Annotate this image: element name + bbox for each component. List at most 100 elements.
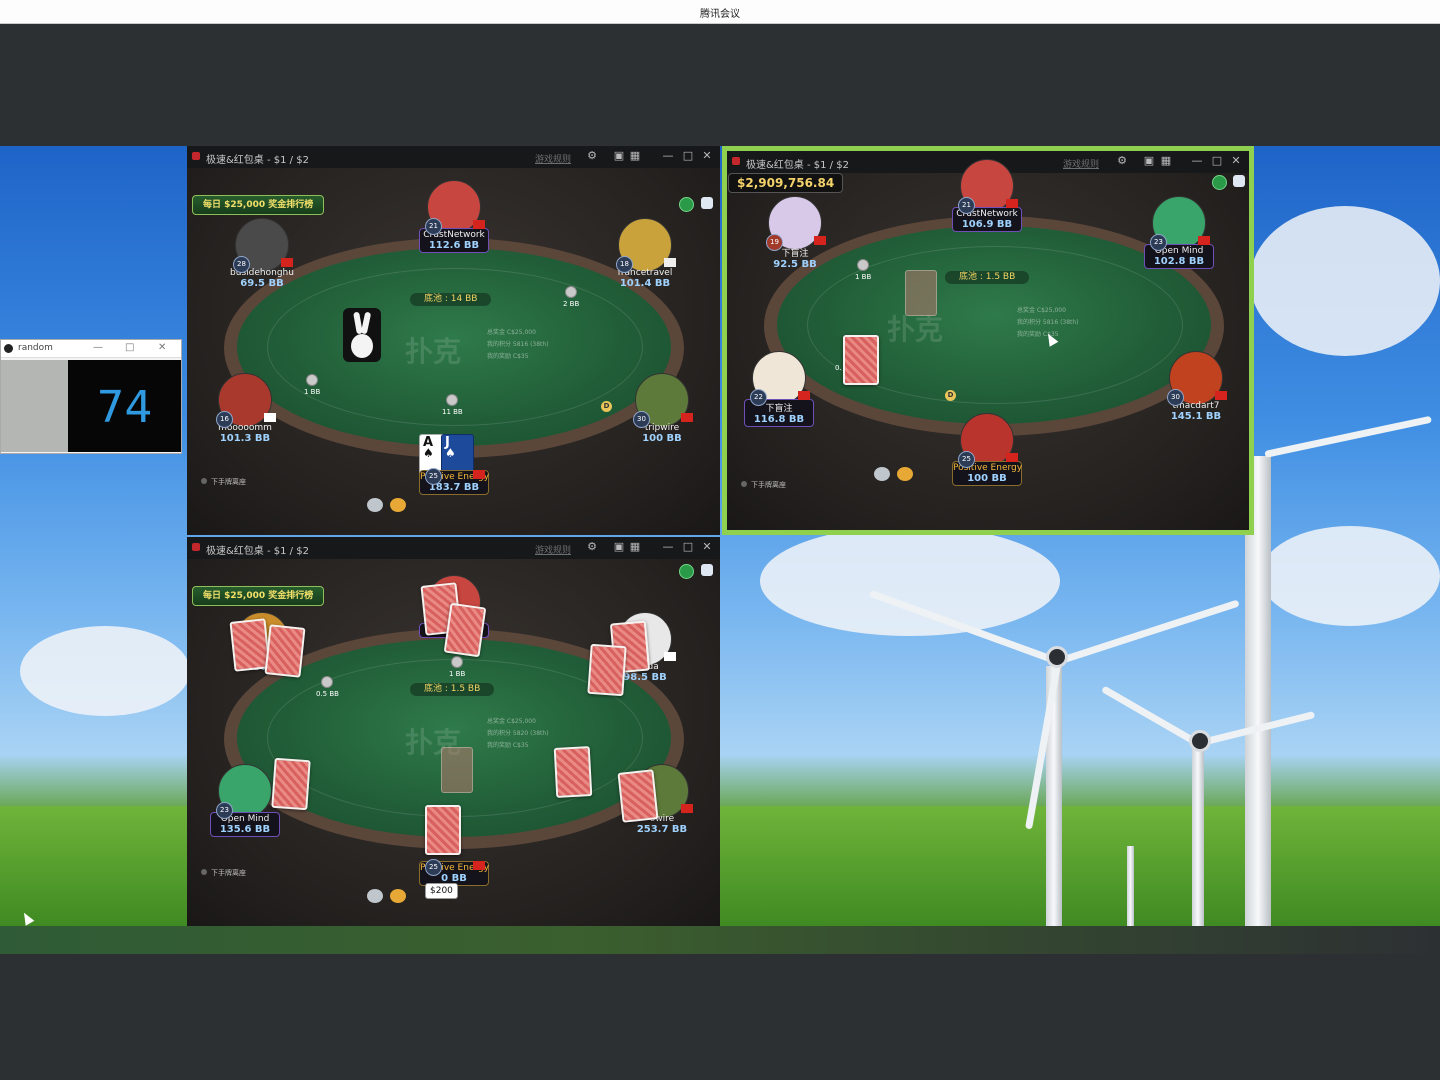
- minimize-icon[interactable]: —: [93, 342, 103, 353]
- emoji-icon[interactable]: [390, 889, 406, 903]
- close-icon[interactable]: ✕: [1229, 154, 1243, 168]
- seat-player[interactable]: 21 CrustNetwork 112.6 BB: [419, 180, 489, 253]
- bet-chips: 1 BB: [304, 374, 320, 396]
- tile-windows-icon[interactable]: ▣: [612, 149, 626, 163]
- leaderboard-badge[interactable]: 每日 $25,000 奖金排行榜: [192, 195, 325, 215]
- sit-out-toggle[interactable]: 下手牌离座: [201, 868, 246, 878]
- rules-link[interactable]: 游戏规则: [535, 152, 571, 165]
- card-back: [617, 769, 659, 823]
- cards-icon[interactable]: [701, 197, 713, 209]
- window-title: 极速&红包桌 - $1 / $2: [206, 546, 309, 557]
- level-badge: 21: [425, 218, 442, 235]
- maximize-icon[interactable]: □: [1210, 154, 1224, 168]
- settings-gear-icon[interactable]: ⚙: [585, 540, 599, 554]
- meeting-title: 腾讯会议: [700, 9, 740, 20]
- rake-icon[interactable]: [1212, 175, 1227, 190]
- close-icon[interactable]: ✕: [158, 342, 166, 353]
- minimize-icon[interactable]: —: [661, 149, 675, 163]
- rake-icon[interactable]: [679, 197, 694, 212]
- emoji-icon[interactable]: [897, 467, 913, 481]
- ev-logo-icon: [192, 152, 200, 160]
- seat-hero[interactable]: 25 Positive Energy 100 BB: [952, 413, 1022, 486]
- leaderboard-badge[interactable]: 每日 $25,000 奖金排行榜: [192, 586, 325, 606]
- maximize-icon[interactable]: □: [125, 342, 134, 353]
- chat-icon[interactable]: [874, 467, 890, 481]
- poker-table-window-1[interactable]: 极速&红包桌 - $1 / $2 游戏规则 ⚙ ▣ ▦ — □ ✕ 每日 $25…: [187, 146, 720, 535]
- card-back: [425, 805, 461, 855]
- card-back: [229, 618, 271, 672]
- player-stack: 69.5 BB: [240, 278, 284, 289]
- tile-windows-icon[interactable]: ▣: [1142, 154, 1156, 168]
- grid-icon[interactable]: ▦: [628, 149, 642, 163]
- random-window-title: random: [18, 343, 53, 353]
- cards-icon[interactable]: [701, 564, 713, 576]
- poker-table-window-3[interactable]: 极速&红包桌 - $1 / $2 游戏规则 ⚙ ▣ ▦ — □ ✕ 每日 $25…: [187, 537, 720, 926]
- flag-icon: [664, 652, 676, 661]
- level-badge: 21: [958, 197, 975, 214]
- bet-chips: 0.: [835, 364, 842, 372]
- seat-player[interactable]: 19 下盲注 92.5 BB: [760, 196, 830, 272]
- seat-player[interactable]: 28 busidehonghu 69.5 BB: [227, 218, 297, 291]
- level-badge: 22: [750, 389, 767, 406]
- pot-label: 底池 : 1.5 BB: [410, 683, 495, 696]
- turbine-hub: [1046, 646, 1068, 668]
- prize-points: 我的积分 5820 (38th): [487, 730, 549, 737]
- turbine-pole: [1127, 846, 1134, 926]
- player-stack: 135.6 BB: [219, 824, 271, 835]
- seat-player[interactable]: 18 francetravel 101.4 BB: [610, 218, 680, 291]
- seat-hero[interactable]: 25 Positive Energy 183.7 BB: [419, 468, 489, 495]
- maximize-icon[interactable]: □: [681, 149, 695, 163]
- level-badge: 25: [425, 859, 442, 876]
- cards-icon[interactable]: [1233, 175, 1245, 187]
- level-badge: 25: [425, 468, 442, 485]
- level-badge: 16: [216, 411, 233, 428]
- seat-player[interactable]: 23 Open Mind 135.6 BB: [210, 764, 280, 837]
- seat-player[interactable]: 30 tmacdart7 145.1 BB: [1161, 351, 1231, 424]
- random-number: 74: [96, 382, 153, 433]
- grid-icon[interactable]: ▦: [1159, 154, 1173, 168]
- flag-icon: [798, 391, 810, 400]
- seat-player[interactable]: 22 下盲注 116.8 BB: [744, 351, 814, 427]
- bad-beat-jackpot[interactable]: $2,909,756.84: [728, 173, 844, 193]
- sit-out-toggle[interactable]: 下手牌离座: [741, 480, 786, 490]
- minimize-icon[interactable]: —: [661, 540, 675, 554]
- maximize-icon[interactable]: □: [681, 540, 695, 554]
- prize-total: 总奖金 C$25,000: [1017, 307, 1066, 314]
- settings-gear-icon[interactable]: ⚙: [1115, 154, 1129, 168]
- rules-link[interactable]: 游戏规则: [1063, 157, 1099, 170]
- emoji-icon[interactable]: [390, 498, 406, 512]
- tile-windows-icon[interactable]: ▣: [612, 540, 626, 554]
- close-icon[interactable]: ✕: [700, 540, 714, 554]
- window-titlebar[interactable]: 极速&红包桌 - $1 / $2 游戏规则 ⚙ ▣ ▦ — □ ✕: [187, 537, 720, 559]
- meeting-top-bar: 腾讯会议: [0, 0, 1440, 24]
- close-icon[interactable]: ✕: [700, 149, 714, 163]
- window-titlebar[interactable]: 极速&红包桌 - $1 / $2 游戏规则 ⚙ ▣ ▦ — □ ✕: [187, 146, 720, 168]
- seat-player[interactable]: 16 mooooomm 101.3 BB: [210, 373, 280, 446]
- settings-gear-icon[interactable]: ⚙: [585, 149, 599, 163]
- flag-icon: [681, 804, 693, 813]
- level-badge: 19: [766, 234, 783, 251]
- card-back: [553, 746, 593, 798]
- minimize-icon[interactable]: —: [1190, 154, 1204, 168]
- rules-link[interactable]: 游戏规则: [535, 543, 571, 556]
- table-area: $2,909,756.84 底池 : 1.5 BB 扑克 总奖金 C$25,00…: [727, 159, 1249, 530]
- seat-player[interactable]: 21 CrustNetwork 106.9 BB: [952, 159, 1022, 232]
- poker-table-window-2[interactable]: 极速&红包桌 - $1 / $2 游戏规则 ⚙ ▣ ▦ — □ ✕ $2,909…: [722, 146, 1254, 535]
- seat-player[interactable]: 30 tripwire 100 BB: [627, 373, 697, 446]
- rake-icon[interactable]: [679, 564, 694, 579]
- random-number-window[interactable]: random — □ ✕ 74: [0, 339, 182, 454]
- flag-icon: [681, 413, 693, 422]
- prize-info: 总奖金 C$25,000 我的积分 5820 (38th) 我的奖励 C$35: [487, 716, 549, 752]
- chat-icon[interactable]: [367, 498, 383, 512]
- dealer-button: D: [945, 390, 956, 401]
- chat-icon[interactable]: [367, 889, 383, 903]
- seat-player[interactable]: 23 Open Mind 102.8 BB: [1144, 196, 1214, 269]
- grid-icon[interactable]: ▦: [628, 540, 642, 554]
- sit-out-toggle[interactable]: 下手牌离座: [201, 477, 246, 487]
- random-left-panel: [1, 360, 68, 452]
- level-badge: 23: [1150, 234, 1167, 251]
- random-window-titlebar[interactable]: random — □ ✕: [1, 340, 181, 358]
- dealer-button: D: [601, 401, 612, 412]
- player-stack: 116.8 BB: [753, 414, 805, 425]
- random-display: 74: [68, 360, 181, 452]
